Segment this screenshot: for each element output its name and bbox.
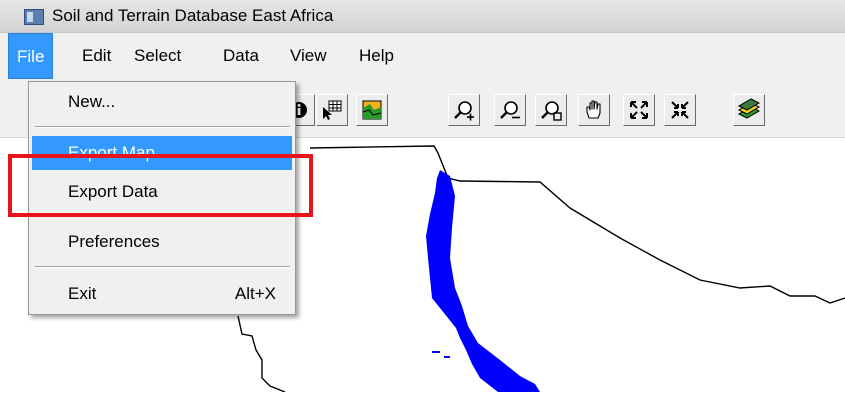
app-icon <box>24 9 44 25</box>
menu-data[interactable]: Data <box>215 33 267 79</box>
menu-separator <box>35 266 290 268</box>
boundary-line <box>309 145 845 304</box>
menu-select[interactable]: Select <box>126 33 189 79</box>
full-extent-button[interactable] <box>623 94 655 126</box>
exit-shortcut: Alt+X <box>234 284 276 303</box>
zoom-select-icon <box>541 101 562 121</box>
water-fragment <box>432 351 440 353</box>
zoom-out-button[interactable] <box>494 94 526 126</box>
menu-edit[interactable]: Edit <box>74 33 119 79</box>
window-title: Soil and Terrain Database East Africa <box>52 6 334 25</box>
layers-icon <box>737 98 761 119</box>
identify-table-button[interactable] <box>316 94 348 126</box>
menu-separator <box>35 126 290 128</box>
menu-item-exit[interactable]: Exit Alt+X <box>32 277 292 311</box>
menu-item-new[interactable]: New... <box>32 85 292 119</box>
pan-button[interactable] <box>578 94 610 126</box>
map-layer-icon <box>362 100 382 120</box>
zoom-out-icon <box>500 101 520 119</box>
table-cursor-icon <box>323 100 342 120</box>
full-extent-icon <box>630 101 648 119</box>
zoom-in-button[interactable] <box>448 94 480 126</box>
exit-label: Exit <box>68 284 97 303</box>
title-bar: Soil and Terrain Database East Africa <box>0 0 845 33</box>
zoom-select-button[interactable] <box>535 94 567 126</box>
layers-button[interactable] <box>733 94 765 126</box>
zoom-previous-button[interactable] <box>664 94 696 126</box>
menu-bar: File Edit Select Data View Help <box>0 33 845 81</box>
menu-file[interactable]: File <box>8 33 54 79</box>
menu-item-preferences[interactable]: Preferences <box>32 225 292 259</box>
menu-help[interactable]: Help <box>351 33 402 79</box>
zoom-previous-icon <box>671 101 689 119</box>
map-layer-button[interactable] <box>356 94 388 126</box>
water-fragment <box>444 356 450 358</box>
pan-hand-icon <box>586 100 601 119</box>
menu-view[interactable]: View <box>282 33 335 79</box>
water-feature <box>426 170 540 392</box>
boundary-line-west <box>237 315 286 393</box>
zoom-in-icon <box>454 101 474 121</box>
annotation-highlight-box <box>8 154 313 217</box>
